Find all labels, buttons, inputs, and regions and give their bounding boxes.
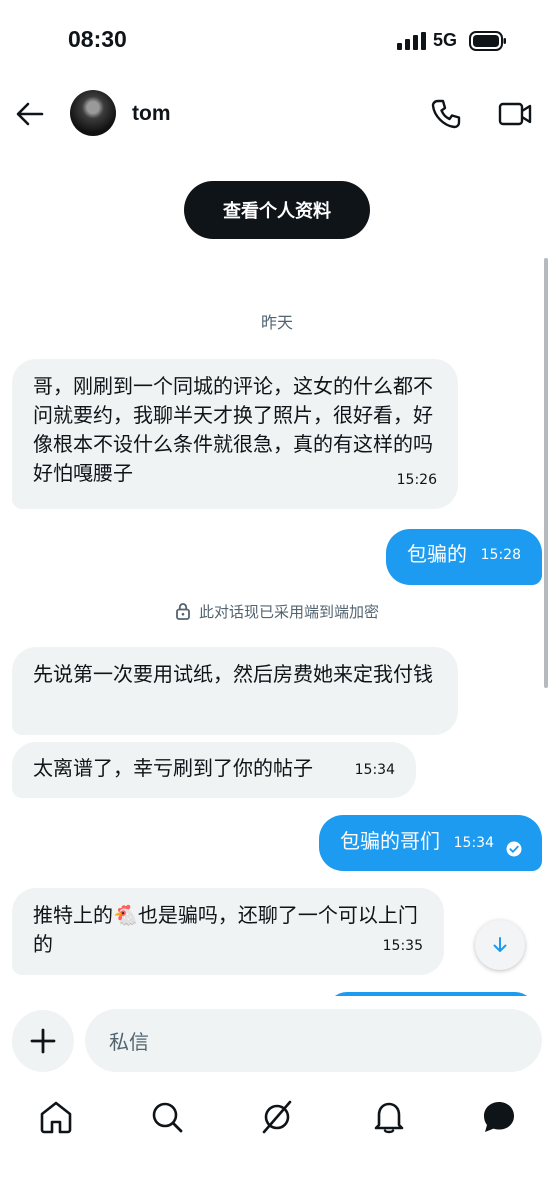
message-bubble-incoming[interactable]: 太离谱了，幸亏刷到了你的帖子 15:34	[12, 742, 416, 798]
message-bubble-outgoing[interactable]: 包骗的哥们 15:34	[319, 815, 542, 871]
scroll-to-bottom-button[interactable]	[475, 920, 525, 970]
message-text: 包骗的	[407, 542, 467, 566]
signal-icon	[397, 32, 427, 50]
message-bubble-outgoing[interactable]: 包骗的 15:28	[386, 529, 542, 585]
contact-name[interactable]: tom	[132, 102, 171, 126]
battery-icon	[469, 31, 506, 51]
view-profile-button[interactable]: 查看个人资料	[184, 181, 370, 239]
phone-icon[interactable]	[428, 96, 464, 132]
grok-icon[interactable]	[257, 1097, 297, 1137]
back-arrow-icon[interactable]	[12, 96, 48, 132]
message-input[interactable]: 私信	[85, 1009, 542, 1072]
video-icon[interactable]	[496, 96, 534, 132]
message-text: 哥，刚刷到一个同城的评论，这女的什么都不问就要约，我聊半天才换了照片，很好看，好…	[33, 374, 433, 485]
message-text: 先说第一次要用试纸，然后房费她来定我付钱	[33, 662, 433, 686]
date-separator: 昨天	[260, 313, 293, 332]
arrow-down-icon	[493, 937, 507, 952]
message-bubble-incoming[interactable]: 推特上的🐔也是骗吗，还聊了一个可以上门的 15:35	[12, 888, 444, 975]
bell-icon[interactable]	[369, 1097, 409, 1137]
message-time: 15:28	[480, 547, 521, 563]
search-icon[interactable]	[147, 1097, 187, 1137]
message-bubble-incoming[interactable]: 哥，刚刷到一个同城的评论，这女的什么都不问就要约，我聊半天才换了照片，很好看，好…	[12, 359, 458, 509]
message-bubble-incoming[interactable]: 先说第一次要用试纸，然后房费她来定我付钱	[12, 647, 458, 735]
avatar[interactable]	[70, 90, 116, 136]
encryption-notice-text: 此对话现已采用端到端加密	[198, 603, 379, 621]
add-media-button[interactable]	[12, 1010, 74, 1072]
chat-icon[interactable]	[479, 1097, 519, 1137]
read-check-icon	[506, 841, 522, 857]
home-icon[interactable]	[36, 1097, 76, 1137]
message-time: 15:34	[453, 835, 494, 851]
message-time: 15:26	[396, 472, 437, 488]
encryption-notice: 此对话现已采用端到端加密	[0, 601, 554, 622]
message-text: 推特上的🐔也是骗吗，还聊了一个可以上门的	[33, 903, 418, 956]
network-type: 5G	[433, 30, 458, 50]
message-text: 包骗的哥们	[340, 829, 440, 853]
message-text: 太离谱了，幸亏刷到了你的帖子	[33, 756, 313, 780]
status-time: 08:30	[68, 26, 127, 52]
message-time: 15:34	[354, 762, 395, 778]
lock-icon	[176, 603, 190, 620]
plus-icon	[30, 1028, 56, 1054]
message-time: 15:35	[382, 938, 423, 954]
